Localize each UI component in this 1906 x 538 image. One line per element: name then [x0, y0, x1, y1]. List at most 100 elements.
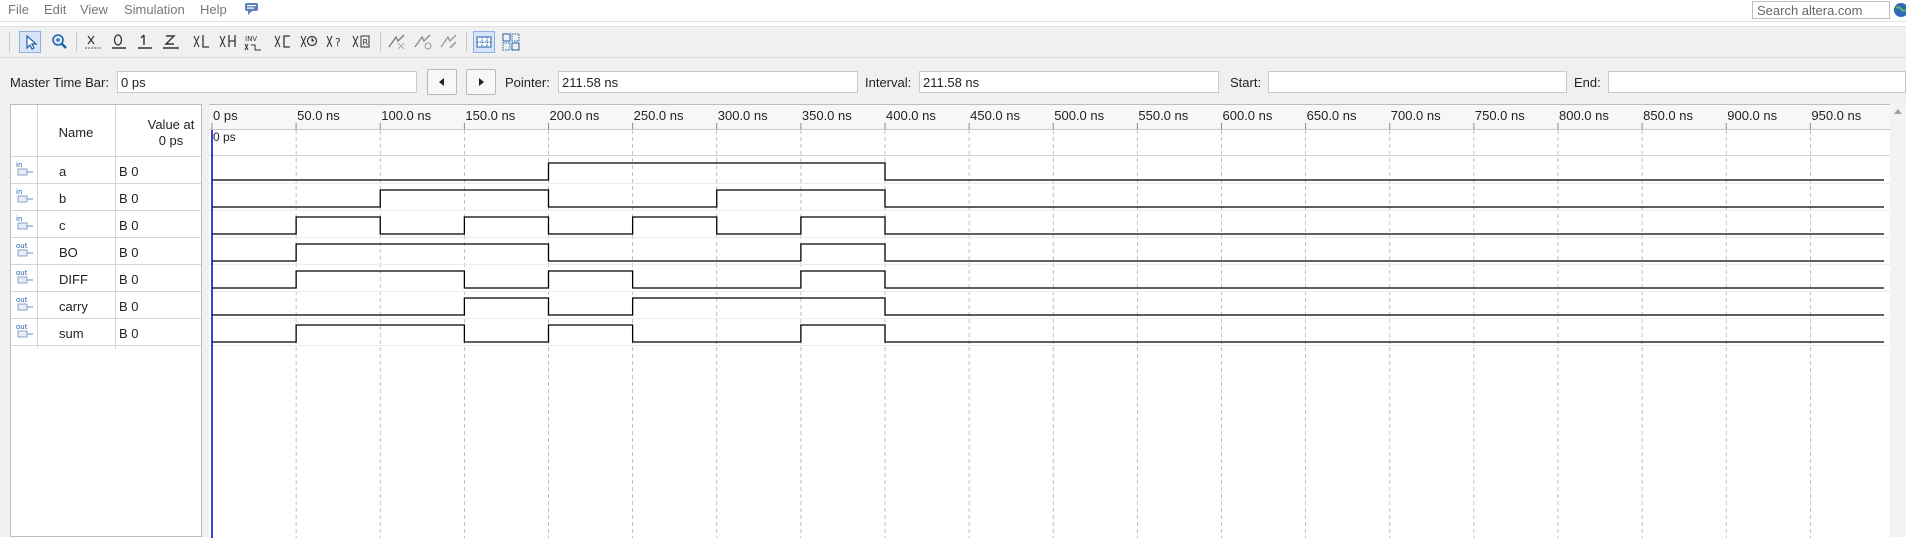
waveform-c[interactable] [212, 216, 1884, 235]
signal-list-header: Name Value at 0 ps [11, 105, 201, 157]
snap-to-grid-icon [388, 34, 405, 50]
ruler-tick-label: 750.0 ns [1475, 108, 1525, 123]
force-weak-high-button[interactable] [217, 31, 239, 53]
signal-value: B 0 [119, 272, 139, 287]
ruler-tick-label: 100.0 ns [381, 108, 431, 123]
left-dock-strip [0, 104, 10, 537]
force-unknown-button[interactable] [82, 31, 104, 53]
search-input[interactable] [1752, 1, 1890, 19]
toolbar-separator [76, 32, 77, 52]
svg-text:?: ? [335, 36, 341, 49]
group-icon [502, 33, 520, 51]
forcing-clock-button[interactable] [298, 31, 320, 53]
menu-file[interactable]: File [8, 2, 29, 17]
interval-label: Interval: [865, 75, 912, 90]
forcing-clock-icon [300, 35, 318, 48]
arrow-right-icon [479, 78, 484, 86]
random-values-icon: ? [326, 35, 341, 49]
signal-row-a[interactable]: in a B 0 [11, 157, 201, 184]
panel-splitter[interactable] [202, 104, 209, 537]
ruler-tick-label: 700.0 ns [1391, 108, 1441, 123]
snap-to-grid-button[interactable] [386, 31, 408, 53]
signal-value: B 0 [119, 299, 139, 314]
ruler-tick-label: 650.0 ns [1307, 108, 1357, 123]
waveform-toolbar: INV ? R [0, 26, 1906, 58]
signal-row-diff[interactable]: out DIFF B 0 [11, 265, 201, 292]
random-values-button[interactable]: ? [324, 31, 346, 53]
force-high-icon [138, 34, 152, 49]
value-column-header-line2[interactable]: 0 ps [131, 133, 211, 148]
signal-row-sum[interactable]: out sum B 0 [11, 319, 201, 346]
edit-bus-icon [440, 34, 457, 49]
master-marker-label: 0 ps [213, 130, 236, 144]
signal-row-c[interactable]: in c B 0 [11, 211, 201, 238]
zoom-tool-button[interactable] [48, 31, 70, 53]
next-transition-button[interactable] [466, 69, 496, 95]
svg-text:in: in [16, 188, 22, 196]
waveform-panel: 0 ps 50.0 ns 100.0 ns 150.0 ns 200.0 ns 250.0… [209, 104, 1906, 538]
end-field[interactable] [1608, 71, 1906, 93]
ruler-tick-label: 500.0 ns [1054, 108, 1104, 123]
waveform-carry[interactable] [212, 297, 1884, 316]
waveform-sum[interactable] [212, 324, 1884, 343]
toolbar-separator [9, 32, 10, 52]
globe-icon[interactable] [1893, 2, 1906, 18]
start-field[interactable] [1268, 71, 1567, 93]
time-ruler[interactable] [209, 105, 1890, 129]
ruler-tick-label: 950.0 ns [1811, 108, 1861, 123]
output-pin-icon: out [15, 295, 35, 315]
svg-text:in: in [16, 215, 22, 223]
count-value-icon [274, 35, 290, 48]
selection-tool-button[interactable] [19, 31, 41, 53]
waveform-a[interactable] [212, 162, 1884, 181]
signal-row-b[interactable]: in b B 0 [11, 184, 201, 211]
edit-bus-button[interactable] [438, 31, 460, 53]
menu-simulation[interactable]: Simulation [124, 2, 185, 17]
waveform-diff[interactable] [212, 270, 1884, 289]
vertical-scrollbar[interactable] [1890, 104, 1906, 537]
force-high-button[interactable] [134, 31, 156, 53]
output-pin-icon: out [15, 268, 35, 288]
sort-button[interactable] [412, 31, 434, 53]
arbitrary-value-button[interactable]: R [350, 31, 372, 53]
menu-bar: File Edit View Simulation Help [0, 0, 1906, 22]
menu-edit[interactable]: Edit [44, 2, 66, 17]
force-high-impedance-button[interactable] [160, 31, 182, 53]
master-time-bar-label: Master Time Bar: [10, 75, 109, 90]
ruler-tick-label: 300.0 ns [718, 108, 768, 123]
ruler-tick-label: 450.0 ns [970, 108, 1020, 123]
waveform-canvas[interactable]: 0 ps 50.0 ns 100.0 ns 150.0 ns 200.0 ns 250.0… [209, 105, 1890, 538]
signal-row-carry[interactable]: out carry B 0 [11, 292, 201, 319]
signal-row-bo[interactable]: out BO B 0 [11, 238, 201, 265]
interval-field[interactable]: 211.58 ns [919, 71, 1219, 93]
group-button[interactable] [500, 31, 522, 53]
master-time-bar-field[interactable]: 0 ps [117, 71, 417, 93]
end-label: End: [1574, 75, 1601, 90]
signal-name: carry [59, 299, 88, 314]
feedback-icon[interactable] [244, 2, 260, 19]
force-weak-low-button[interactable] [191, 31, 213, 53]
menu-help[interactable]: Help [200, 2, 227, 17]
menu-view[interactable]: View [80, 2, 108, 17]
grid-button[interactable] [473, 31, 495, 53]
svg-text:R: R [363, 38, 369, 47]
force-low-button[interactable] [108, 31, 130, 53]
invert-button[interactable]: INV [243, 31, 265, 53]
pointer-field[interactable]: 211.58 ns [558, 71, 858, 93]
name-column-header[interactable]: Name [51, 125, 101, 140]
svg-text:INV: INV [245, 35, 257, 43]
scroll-up-arrow-icon [1894, 109, 1902, 114]
count-value-button[interactable] [272, 31, 294, 53]
signal-value: B 0 [119, 245, 139, 260]
signal-name: b [59, 191, 67, 206]
value-column-header-line1[interactable]: Value at [131, 117, 211, 132]
previous-transition-button[interactable] [427, 69, 457, 95]
zoom-tool-icon [52, 34, 67, 49]
pointer-label: Pointer: [505, 75, 550, 90]
waveform-bo[interactable] [212, 243, 1884, 262]
waveform-b[interactable] [212, 189, 1884, 208]
svg-text:out: out [16, 296, 28, 304]
input-pin-icon: in [15, 160, 35, 180]
start-label: Start: [1230, 75, 1262, 90]
output-pin-icon: out [15, 241, 35, 261]
